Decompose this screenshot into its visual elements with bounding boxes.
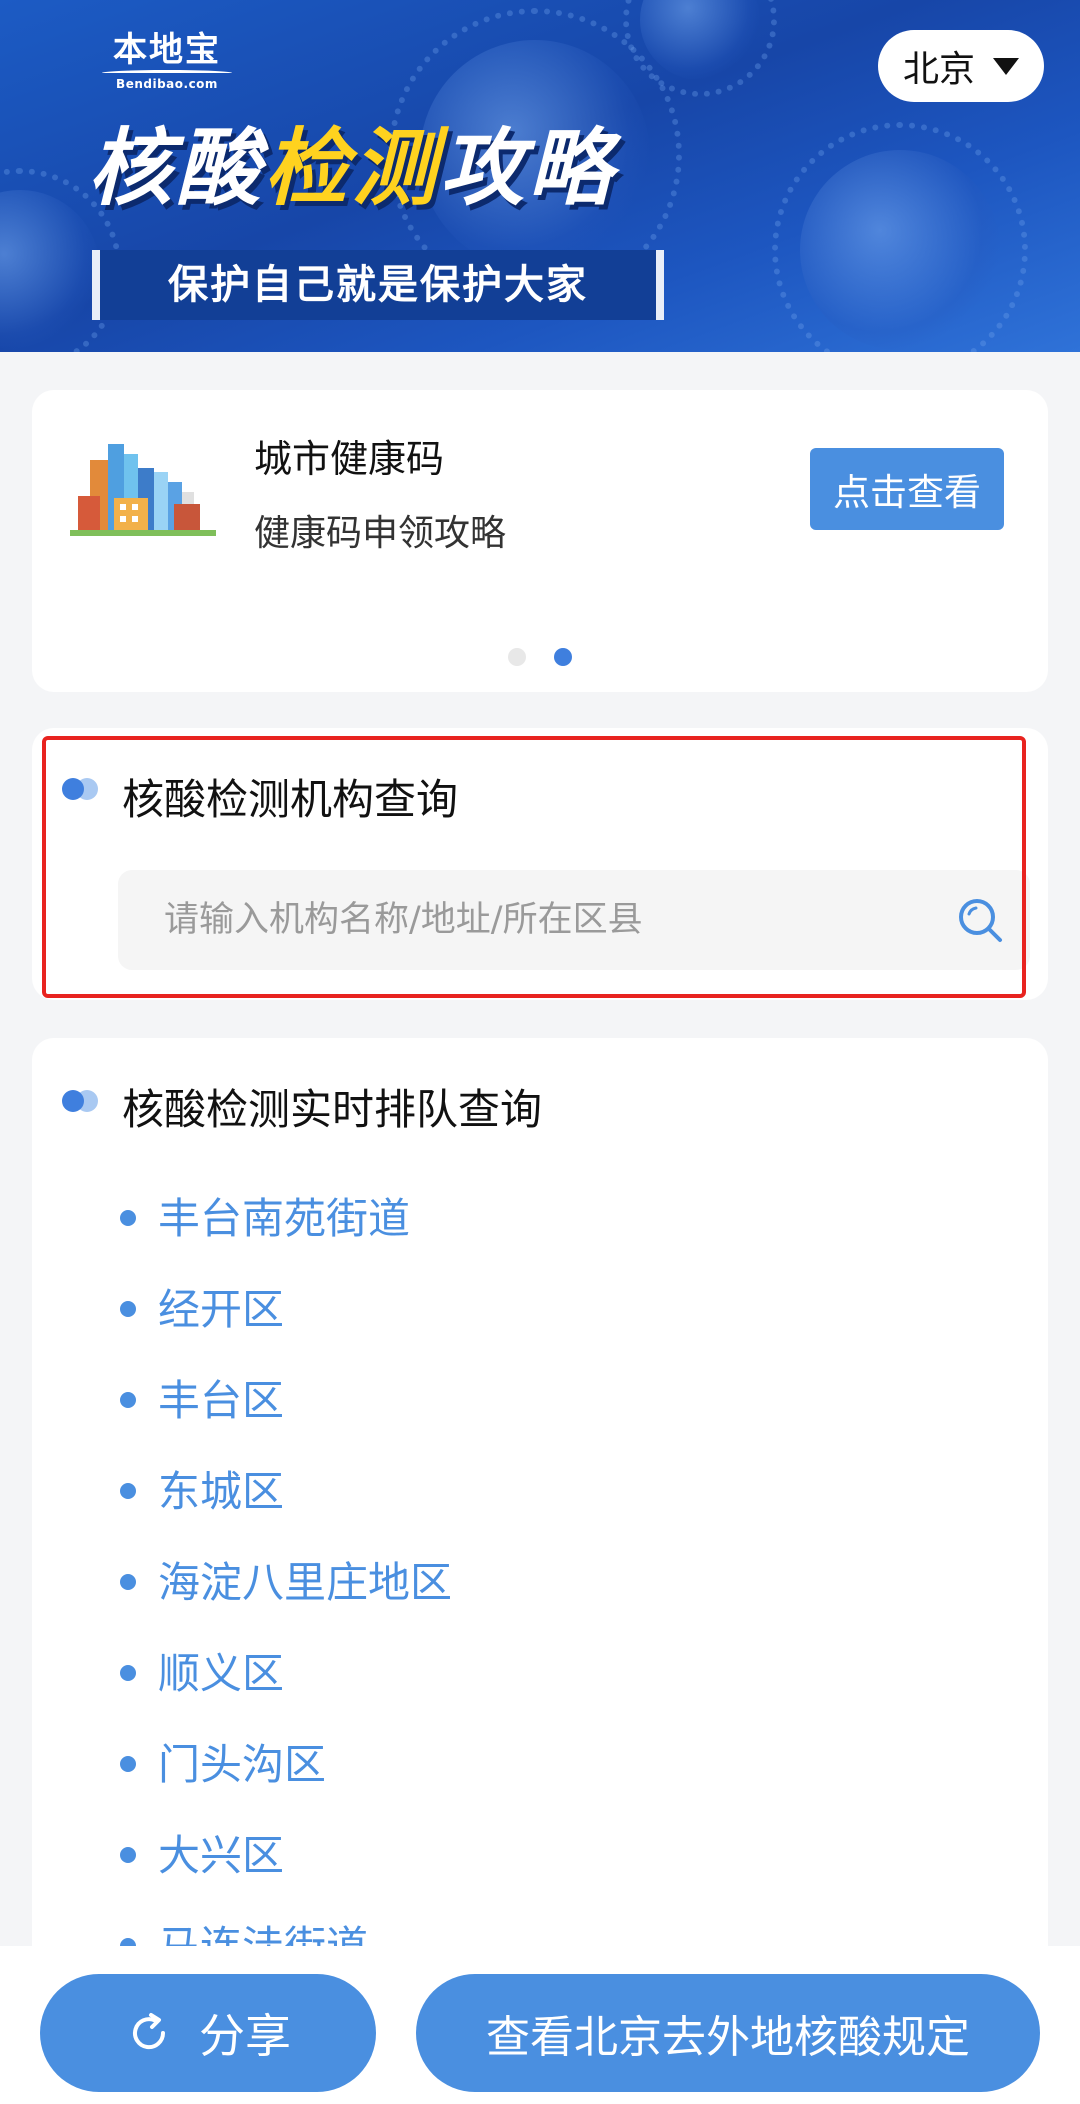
- queue-district-label: 门头沟区: [158, 1740, 327, 1789]
- bullet-dot-icon: [120, 1756, 136, 1772]
- search-icon[interactable]: [956, 896, 1004, 944]
- city-label: 北京: [902, 49, 975, 90]
- city-selector[interactable]: 北京: [878, 30, 1044, 102]
- queue-district-item[interactable]: 经开区: [120, 1287, 452, 1378]
- queue-district-item[interactable]: 顺义区: [120, 1651, 452, 1742]
- queue-district-label: 经开区: [158, 1285, 285, 1334]
- banner-tagline: 保护自己就是保护大家: [92, 250, 664, 320]
- section-dots-icon: [62, 778, 100, 800]
- queue-district-item[interactable]: 大兴区: [120, 1833, 452, 1924]
- search-section-title: 核酸检测机构查询: [122, 775, 459, 824]
- bullet-dot-icon: [120, 1483, 136, 1499]
- queue-district-item[interactable]: 门头沟区: [120, 1742, 452, 1833]
- search-box: [118, 870, 1030, 970]
- share-refresh-icon: [133, 2013, 166, 2050]
- carousel-indicator: [508, 648, 572, 666]
- search-input[interactable]: [118, 870, 1030, 970]
- carousel-dot-1[interactable]: [508, 648, 526, 666]
- queue-district-item[interactable]: 丰台区: [120, 1378, 452, 1469]
- queue-district-label: 丰台南苑街道: [158, 1194, 411, 1243]
- bottom-action-bar: 分享 查看北京去外地核酸规定: [0, 1946, 1080, 2104]
- queue-section-title: 核酸检测实时排队查询: [122, 1085, 543, 1134]
- queue-district-item[interactable]: 丰台南苑街道: [120, 1196, 452, 1287]
- health-card-title: 城市健康码: [254, 437, 445, 481]
- queue-district-list: 丰台南苑街道经开区丰台区东城区海淀八里庄地区顺义区门头沟区大兴区马连洼街道: [120, 1196, 452, 2015]
- queue-status-card: 核酸检测实时排队查询 丰台南苑街道 经开区丰台区东城区海淀八里庄地区 顺义区门头沟区…: [32, 1038, 1048, 2104]
- banner-title: 核酸检测攻略: [88, 119, 617, 217]
- section-dots-icon: [62, 1090, 100, 1112]
- queue-district-label: 大兴区: [158, 1831, 285, 1880]
- bullet-dot-icon: [120, 1665, 136, 1681]
- testing-site-search-card: 核酸检测机构查询: [32, 728, 1048, 1000]
- queue-district-label: 东城区: [158, 1467, 285, 1516]
- health-card-subtitle: 健康码申领攻略: [254, 513, 507, 554]
- bullet-dot-icon: [120, 1847, 136, 1863]
- caret-down-icon: [993, 57, 1019, 75]
- health-code-card: 城市健康码 健康码申领攻略 点击查看: [32, 390, 1048, 692]
- queue-district-item[interactable]: 东城区: [120, 1469, 452, 1560]
- top-banner: 本地宝 Bendibao.com 核酸检测攻略 保护自己就是保护大家 北京: [0, 0, 1080, 352]
- queue-district-label: 丰台区: [158, 1376, 285, 1425]
- view-beijing-outbound-rules-button[interactable]: 查看北京去外地核酸规定: [416, 1974, 1040, 2092]
- share-button[interactable]: 分享: [40, 1974, 376, 2092]
- queue-district-label: 顺义区: [158, 1649, 285, 1698]
- queue-district-label: 海淀八里庄地区: [158, 1558, 453, 1607]
- share-label: 分享: [199, 2009, 291, 2063]
- queue-district-item[interactable]: 海淀八里庄地区: [120, 1560, 452, 1651]
- city-buildings-icon: [70, 444, 216, 536]
- bendibao-logo: 本地宝 Bendibao.com: [92, 30, 242, 100]
- bullet-dot-icon: [120, 1574, 136, 1590]
- bullet-dot-icon: [120, 1210, 136, 1226]
- bullet-dot-icon: [120, 1392, 136, 1408]
- carousel-dot-2[interactable]: [554, 648, 572, 666]
- bullet-dot-icon: [120, 1301, 136, 1317]
- view-button[interactable]: 点击查看: [810, 448, 1004, 530]
